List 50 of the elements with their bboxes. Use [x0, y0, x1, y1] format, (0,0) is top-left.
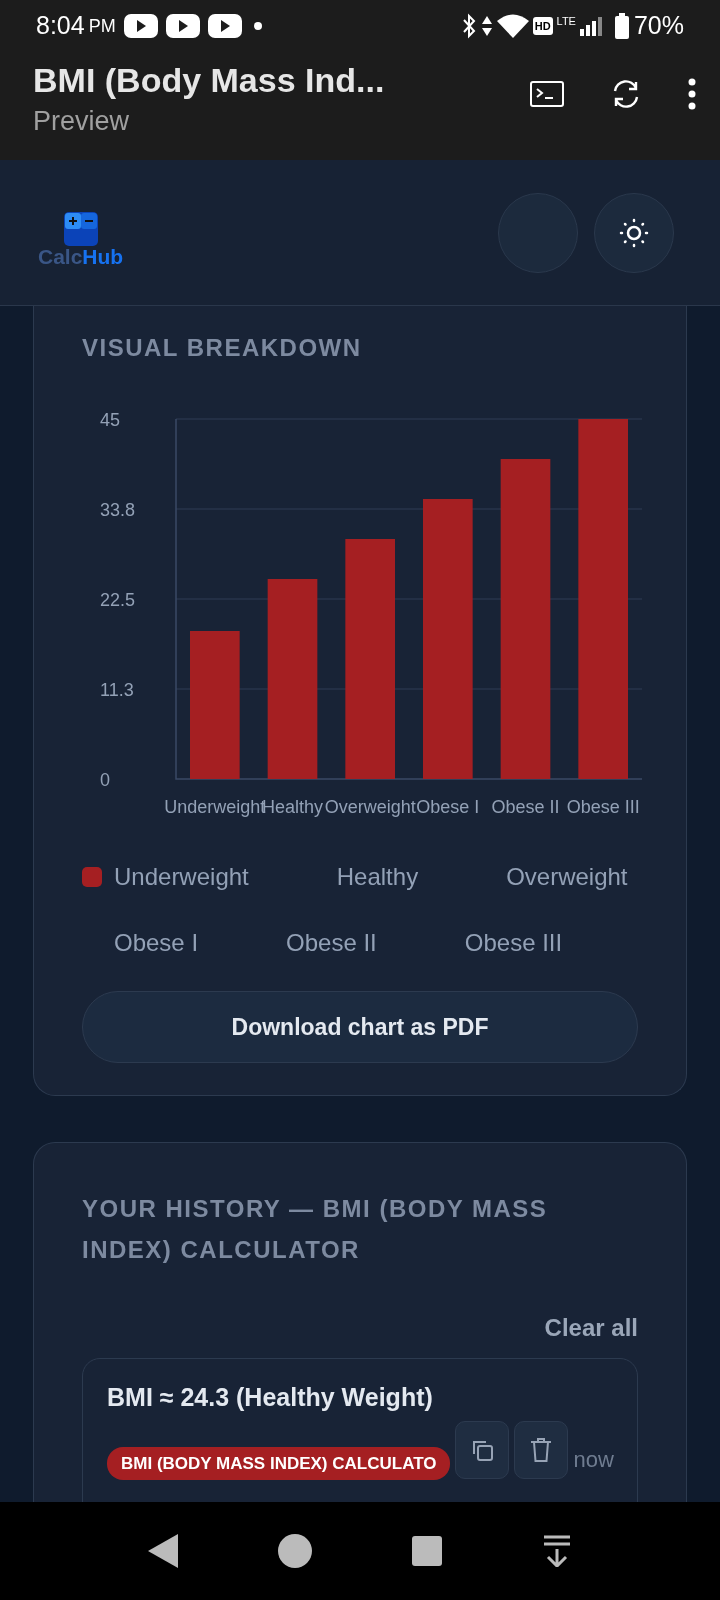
axis-tick-label: 22.5 [100, 589, 136, 610]
axis-tick-label: 45 [100, 409, 121, 430]
window-subtitle: Preview [33, 104, 131, 138]
timestamp: now [573, 1445, 614, 1474]
legend-label[interactable]: Overweight [506, 858, 628, 895]
back-icon[interactable] [148, 1534, 178, 1568]
axis-category-label: Obese II [491, 796, 560, 817]
section-title: VISUAL BREAKDOWN [82, 333, 363, 363]
video-play-icon [165, 14, 200, 38]
video-play-icon [123, 14, 158, 38]
legend-label[interactable]: Obese II [286, 924, 377, 961]
home-icon[interactable] [278, 1534, 312, 1568]
clock-time: 8:04 [36, 10, 85, 42]
trash-icon [529, 1436, 554, 1463]
battery-percent: 70% [633, 10, 684, 42]
hd-indicator: HD [532, 16, 553, 36]
axis-tick-label: 11.3 [100, 679, 134, 700]
legend-label[interactable]: Healthy [336, 858, 419, 895]
history-result: BMI ≈ 24.3 (Healthy Weight) [107, 1382, 434, 1414]
calculator-tag: BMI (BODY MASS INDEX) CALCULATO [107, 1446, 451, 1481]
wifi-icon [496, 14, 529, 38]
axis-category-label: Obese III [566, 796, 640, 817]
download-button[interactable]: Download chart as PDF [82, 990, 638, 1063]
logo-text[interactable]: CalcHub [38, 246, 124, 267]
sun-icon [619, 217, 649, 248]
legend-label[interactable]: Underweight [114, 858, 249, 895]
copy-button[interactable] [455, 1420, 510, 1479]
battery-icon [613, 13, 630, 39]
collapse-icon[interactable] [542, 1535, 572, 1567]
clear-all-button[interactable]: Clear all [544, 1310, 638, 1347]
axis-category-label: Obese I [416, 796, 480, 817]
data-arrows-icon [480, 15, 493, 37]
axis-tick-label: 0 [100, 769, 110, 790]
window-title: BMI (Body Mass Ind... [33, 60, 386, 101]
legend-label[interactable]: Obese III [464, 924, 563, 961]
terminal-icon[interactable] [530, 81, 564, 107]
delete-button[interactable] [514, 1420, 569, 1479]
video-play-icon [207, 14, 242, 38]
axis-category-label: Healthy [262, 796, 323, 817]
more-menu-icon[interactable] [688, 78, 696, 110]
calculator-logo-icon [63, 212, 98, 246]
clock-ampm: PM [88, 14, 116, 38]
bluetooth-icon [460, 13, 477, 39]
legend-label[interactable]: Obese I [114, 924, 199, 961]
axis-tick-label: 33.8 [100, 499, 136, 520]
network-type: LTE [556, 14, 576, 30]
section-title: YOUR HISTORY — BMI (BODY MASS INDEX) CALCULATOR [82, 1193, 549, 1265]
signal-icon [579, 16, 602, 36]
axis-category-label: Overweight [324, 796, 416, 817]
notification-dot-icon [253, 22, 262, 30]
